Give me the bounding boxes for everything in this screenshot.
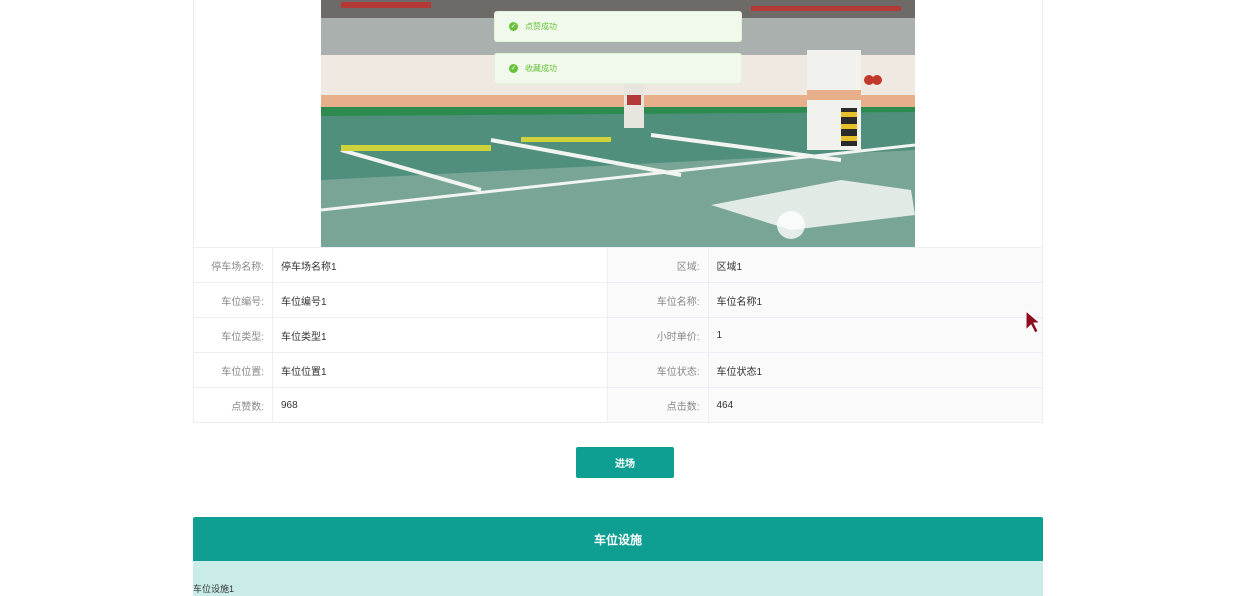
facilities-content: 车位设施1	[193, 561, 1043, 596]
facilities-text: 车位设施1	[193, 584, 235, 594]
table-row: 停车场名称: 停车场名称1 区域: 区域1	[193, 247, 1043, 283]
value-area: 区域1	[707, 247, 1043, 283]
value-space-location: 车位位置1	[272, 352, 608, 388]
label-space-status: 车位状态:	[606, 352, 709, 388]
toast-favorite-success: ✓ 收藏成功	[494, 53, 742, 84]
label-like-count: 点赞数:	[193, 387, 273, 423]
mouse-cursor-icon	[1025, 310, 1042, 334]
toast-message: 点赞成功	[525, 22, 557, 31]
value-space-number: 车位编号1	[272, 282, 608, 318]
label-space-name: 车位名称:	[606, 282, 709, 318]
table-row: 车位位置: 车位位置1 车位状态: 车位状态1	[193, 352, 1043, 388]
value-lot-name: 停车场名称1	[272, 247, 608, 283]
value-space-name: 车位名称1	[707, 282, 1043, 318]
table-row: 点赞数: 968 点击数: 464	[193, 387, 1043, 423]
label-lot-name: 停车场名称:	[193, 247, 273, 283]
value-space-status: 车位状态1	[707, 352, 1043, 388]
value-hourly-price: 1	[707, 317, 1043, 353]
label-hourly-price: 小时单价:	[606, 317, 709, 353]
label-space-number: 车位编号:	[193, 282, 273, 318]
label-area: 区域:	[606, 247, 709, 283]
success-check-icon: ✓	[509, 22, 518, 31]
facilities-title: 车位设施	[593, 532, 642, 547]
label-click-count: 点击数:	[606, 387, 709, 423]
toast-like-success: ✓ 点赞成功	[494, 11, 742, 42]
success-check-icon: ✓	[509, 64, 518, 73]
value-space-type: 车位类型1	[272, 317, 608, 353]
enter-button[interactable]: 进场	[576, 447, 674, 478]
table-row: 车位类型: 车位类型1 小时单价: 1	[193, 317, 1043, 353]
label-space-location: 车位位置:	[193, 352, 273, 388]
parking-space-details: 停车场名称: 停车场名称1 区域: 区域1 车位编号: 车位编号1 车位名称: …	[193, 247, 1043, 423]
table-row: 车位编号: 车位编号1 车位名称: 车位名称1	[193, 282, 1043, 318]
toast-message: 收藏成功	[525, 64, 557, 73]
value-like-count: 968	[272, 387, 608, 423]
facilities-header: 车位设施	[193, 517, 1043, 561]
label-space-type: 车位类型:	[193, 317, 273, 353]
value-click-count: 464	[707, 387, 1043, 423]
